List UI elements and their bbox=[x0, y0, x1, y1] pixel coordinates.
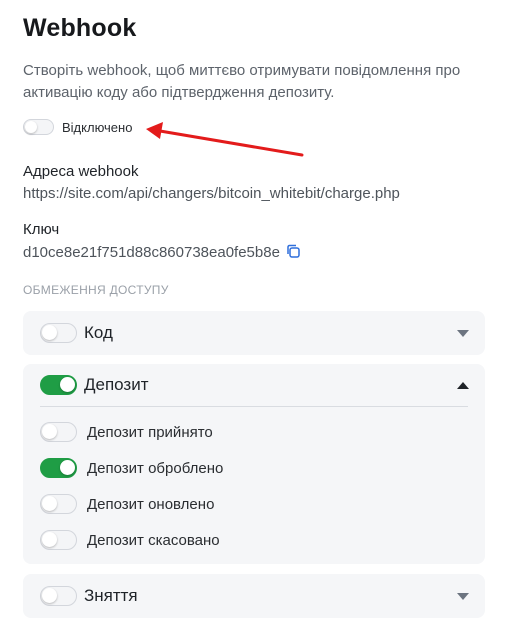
deposit-cancelled-label: Депозит скасовано bbox=[87, 531, 220, 549]
toggle-knob bbox=[42, 532, 57, 547]
code-toggle[interactable] bbox=[40, 323, 77, 343]
deposit-updated-toggle[interactable] bbox=[40, 494, 77, 514]
deposit-panel: Депозит Депозит прийнято Депозит обробле… bbox=[23, 364, 485, 564]
address-label: Адреса webhook bbox=[23, 163, 139, 180]
webhook-status-row: Відключено bbox=[23, 119, 132, 135]
deposit-processed-row: Депозит оброблено bbox=[23, 450, 485, 486]
webhook-status-label: Відключено bbox=[62, 119, 133, 135]
deposit-toggle[interactable] bbox=[40, 375, 77, 395]
code-panel-title: Код bbox=[84, 323, 113, 342]
deposit-accepted-toggle[interactable] bbox=[40, 422, 77, 442]
withdrawal-panel: Зняття bbox=[23, 574, 485, 618]
code-panel: Код bbox=[23, 311, 485, 355]
toggle-knob bbox=[42, 424, 57, 439]
key-row: d10ce8e21f751d88c860738ea0fe5b8e bbox=[23, 244, 300, 262]
deposit-cancelled-row: Депозит скасовано bbox=[23, 522, 485, 558]
withdrawal-panel-title: Зняття bbox=[84, 586, 138, 605]
toggle-knob bbox=[60, 460, 75, 475]
key-label: Ключ bbox=[23, 221, 60, 238]
deposit-panel-title: Депозит bbox=[84, 375, 149, 394]
deposit-updated-row: Депозит оновлено bbox=[23, 486, 485, 522]
toggle-knob bbox=[42, 588, 57, 603]
deposit-updated-label: Депозит оновлено bbox=[87, 495, 215, 513]
withdrawal-toggle[interactable] bbox=[40, 586, 77, 606]
chevron-down-icon[interactable] bbox=[457, 592, 469, 600]
deposit-accepted-label: Депозит прийнято bbox=[87, 423, 213, 441]
key-value: d10ce8e21f751d88c860738ea0fe5b8e bbox=[23, 244, 280, 261]
access-caption: ОБМЕЖЕННЯ ДОСТУПУ bbox=[23, 283, 169, 297]
deposit-panel-header[interactable]: Депозит bbox=[23, 364, 485, 406]
toggle-knob bbox=[60, 377, 75, 392]
toggle-knob bbox=[42, 496, 57, 511]
deposit-accepted-row: Депозит прийнято bbox=[23, 414, 485, 450]
toggle-knob bbox=[42, 325, 57, 340]
toggle-knob bbox=[25, 120, 37, 133]
chevron-up-icon[interactable] bbox=[457, 381, 469, 389]
copy-icon[interactable] bbox=[286, 244, 300, 262]
code-panel-header[interactable]: Код bbox=[23, 311, 485, 355]
page-description: Створіть webhook, щоб миттєво отримувати… bbox=[23, 62, 461, 101]
webhook-enable-toggle[interactable] bbox=[23, 119, 54, 135]
chevron-down-icon[interactable] bbox=[457, 329, 469, 337]
withdrawal-panel-header[interactable]: Зняття bbox=[23, 574, 485, 618]
deposit-processed-label: Депозит оброблено bbox=[87, 459, 224, 477]
deposit-cancelled-toggle[interactable] bbox=[40, 530, 77, 550]
page-title: Webhook bbox=[23, 14, 137, 42]
address-value: https://site.com/api/changers/bitcoin_wh… bbox=[23, 185, 400, 202]
deposit-processed-toggle[interactable] bbox=[40, 458, 77, 478]
